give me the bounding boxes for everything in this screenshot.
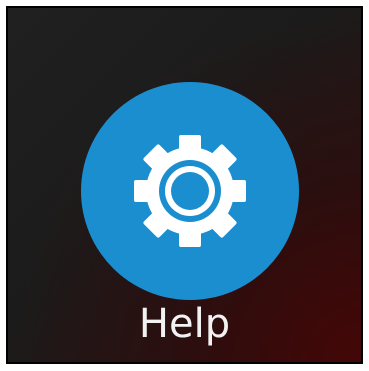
help-app-tile[interactable]: Help [6, 6, 363, 364]
help-icon-circle[interactable] [81, 82, 299, 300]
gear-icon [134, 135, 246, 247]
help-label: Help [138, 301, 231, 347]
